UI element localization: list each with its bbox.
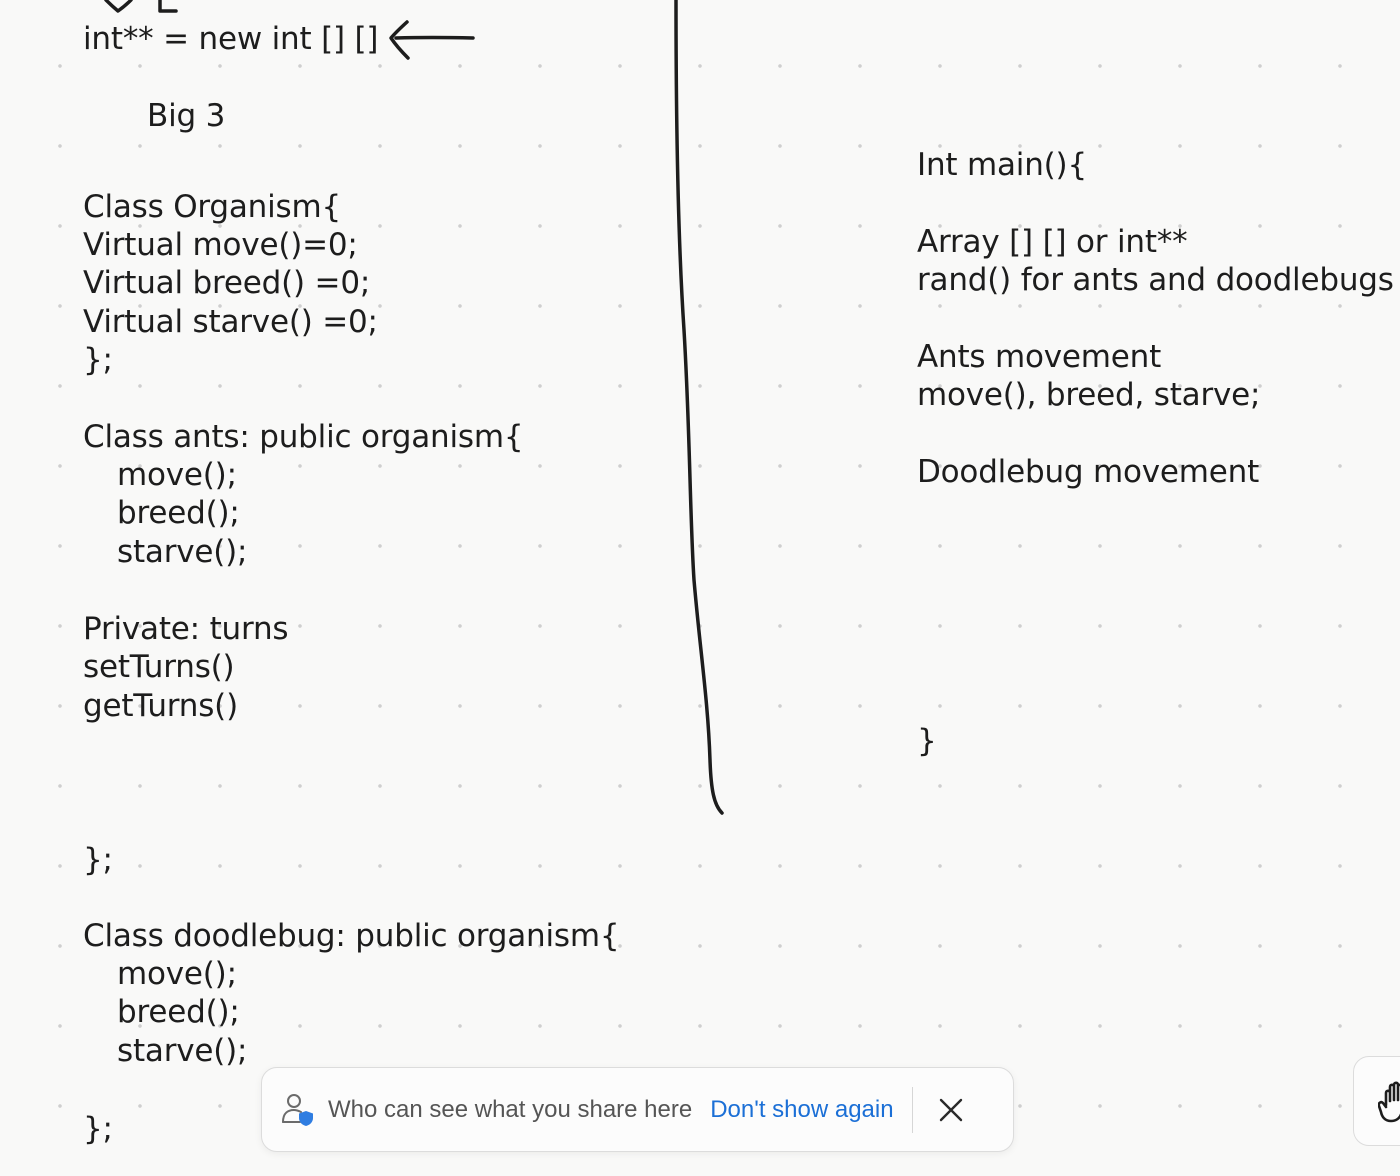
note-ants-move[interactable]: move(); xyxy=(117,456,237,494)
note-organism-close[interactable]: }; xyxy=(83,341,113,379)
note-ants-close[interactable]: }; xyxy=(83,841,113,879)
top-scribble-stroke-2 xyxy=(158,0,178,13)
note-array-or-pointer[interactable]: Array [] [] or int** xyxy=(917,223,1188,261)
dont-show-again-button[interactable]: Don't show again xyxy=(710,1096,893,1124)
top-scribble-stroke xyxy=(104,0,133,13)
hand-icon xyxy=(1378,1081,1400,1123)
note-doodlebug-move[interactable]: move(); xyxy=(117,955,237,993)
note-set-turns[interactable]: setTurns() xyxy=(83,648,235,686)
note-private-turns[interactable]: Private: turns xyxy=(83,610,289,648)
person-shield-icon xyxy=(280,1092,316,1128)
note-main-close[interactable]: } xyxy=(917,722,937,760)
note-virtual-breed[interactable]: Virtual breed() =0; xyxy=(83,264,370,302)
hand-tool-button[interactable] xyxy=(1353,1056,1400,1146)
note-virtual-starve[interactable]: Virtual starve() =0; xyxy=(83,303,378,341)
note-doodlebug-movement[interactable]: Doodlebug movement xyxy=(917,453,1259,491)
note-class-doodlebug[interactable]: Class doodlebug: public organism{ xyxy=(83,917,620,955)
note-ants-breed[interactable]: breed(); xyxy=(117,494,240,532)
arrow-shaft xyxy=(394,35,475,40)
note-int-pointer[interactable]: int** = new int [] [] xyxy=(83,20,379,58)
note-doodlebug-close[interactable]: }; xyxy=(83,1110,113,1148)
note-virtual-move[interactable]: Virtual move()=0; xyxy=(83,226,358,264)
toast-divider xyxy=(911,1086,914,1133)
sharing-notice-message: Who can see what you share here xyxy=(328,1095,693,1123)
note-move-breed-starve[interactable]: move(), breed, starve; xyxy=(917,376,1260,414)
note-get-turns[interactable]: getTurns() xyxy=(83,687,238,725)
note-doodlebug-breed[interactable]: breed(); xyxy=(117,993,240,1031)
note-doodlebug-starve[interactable]: starve(); xyxy=(117,1032,248,1070)
note-int-main[interactable]: Int main(){ xyxy=(917,146,1087,184)
note-rand[interactable]: rand() for ants and doodlebugs xyxy=(917,261,1394,299)
note-class-organism[interactable]: Class Organism{ xyxy=(83,188,341,226)
sharing-notice-toast: Who can see what you share here Don't sh… xyxy=(261,1067,1014,1152)
vertical-divider-stroke xyxy=(674,0,724,815)
arrow-icon xyxy=(389,20,410,60)
whiteboard-canvas[interactable]: int** = new int [] [] Big 3 Class Organi… xyxy=(0,0,1400,1176)
close-toast-button[interactable] xyxy=(929,1088,973,1132)
note-big-3[interactable]: Big 3 xyxy=(147,97,225,135)
note-ants-movement[interactable]: Ants movement xyxy=(917,338,1161,376)
note-ants-starve[interactable]: starve(); xyxy=(117,533,248,571)
note-class-ants[interactable]: Class ants: public organism{ xyxy=(83,418,524,456)
close-icon xyxy=(939,1098,963,1121)
